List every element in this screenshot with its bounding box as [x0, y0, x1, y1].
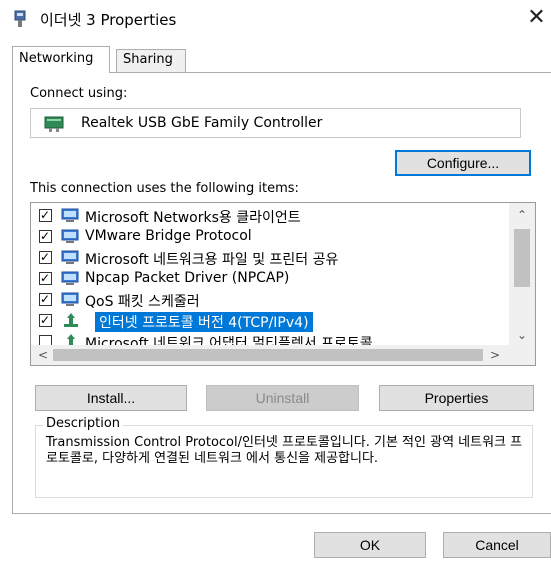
title-bar: 이더넷 3 Properties ✕	[0, 0, 551, 38]
check-mark-icon: ✓	[40, 271, 51, 285]
scrollbar-corner	[509, 345, 535, 365]
item-checkbox[interactable]: ✓	[39, 208, 52, 222]
vertical-scrollbar[interactable]: ⌃ ⌄	[509, 203, 535, 345]
item-checkbox[interactable]: ✓	[39, 271, 52, 285]
item-label: Npcap Packet Driver (NPCAP)	[85, 270, 290, 286]
connect-using-label: Connect using:	[30, 86, 128, 101]
list-item[interactable]: ✓ Microsoft 네트워크용 파일 및 프린터 공유	[31, 247, 509, 269]
item-checkbox[interactable]: ✓	[39, 229, 52, 243]
network-service-icon	[61, 271, 79, 285]
window-title: 이더넷 3 Properties	[40, 11, 177, 29]
network-service-icon	[61, 229, 79, 243]
properties-button[interactable]: Properties	[379, 385, 534, 411]
item-label: 인터넷 프로토콜 버전 4(TCP/IPv4)	[95, 312, 313, 332]
horizontal-scrollbar[interactable]: < >	[31, 345, 509, 365]
scroll-up-icon[interactable]: ⌃	[509, 205, 535, 225]
configure-button[interactable]: Configure...	[395, 150, 531, 176]
description-title: Description	[43, 416, 124, 431]
tab-sharing[interactable]: Sharing	[116, 49, 186, 72]
list-item[interactable]: ✓ VMware Bridge Protocol	[31, 226, 509, 248]
tab-networking[interactable]: Networking	[12, 46, 110, 73]
protocol-icon	[64, 313, 78, 327]
item-checkbox[interactable]: ✓	[39, 313, 52, 327]
item-label: Microsoft 네트워크용 파일 및 프린터 공유	[85, 252, 339, 268]
list-item[interactable]: ✓ Microsoft Networks용 클라이언트	[31, 205, 509, 227]
adapter-name: Realtek USB GbE Family Controller	[81, 115, 323, 131]
items-list-label: This connection uses the following items…	[30, 181, 299, 196]
list-item[interactable]: ✓ Npcap Packet Driver (NPCAP)	[31, 268, 509, 290]
item-checkbox[interactable]: ✓	[39, 250, 52, 264]
items-list[interactable]: ✓ Microsoft Networks용 클라이언트 ✓ VMware Bri…	[30, 202, 536, 366]
network-service-icon	[61, 250, 79, 264]
ethernet-adapter-icon	[14, 10, 26, 27]
list-item[interactable]: ✓ QoS 패킷 스케줄러	[31, 289, 509, 311]
cancel-button[interactable]: Cancel	[443, 532, 551, 558]
install-button[interactable]: Install...	[35, 385, 187, 411]
scroll-left-icon[interactable]: <	[33, 345, 53, 365]
close-button[interactable]: ✕	[522, 3, 551, 33]
adapter-field: Realtek USB GbE Family Controller	[30, 108, 521, 138]
item-label: Microsoft Networks용 클라이언트	[85, 210, 301, 226]
check-mark-icon: ✓	[40, 208, 51, 222]
check-mark-icon: ✓	[40, 292, 51, 306]
check-mark-icon: ✓	[40, 250, 51, 264]
ok-button[interactable]: OK	[314, 532, 426, 558]
network-client-icon	[61, 208, 79, 222]
vertical-scroll-thumb[interactable]	[514, 229, 530, 287]
horizontal-scroll-thumb[interactable]	[53, 349, 483, 361]
network-service-icon	[61, 292, 79, 306]
scroll-right-icon[interactable]: >	[485, 345, 505, 365]
item-label: QoS 패킷 스케줄러	[85, 294, 200, 310]
list-item-selected[interactable]: ✓ 인터넷 프로토콜 버전 4(TCP/IPv4)	[31, 310, 509, 332]
uninstall-button: Uninstall	[206, 385, 359, 411]
check-mark-icon: ✓	[40, 313, 51, 327]
description-text: Transmission Control Protocol/인터넷 프로토콜입니…	[46, 435, 523, 466]
network-adapter-icon	[44, 116, 64, 132]
check-mark-icon: ✓	[40, 229, 51, 243]
item-checkbox[interactable]: ✓	[39, 292, 52, 306]
item-label: VMware Bridge Protocol	[85, 228, 252, 244]
scroll-down-icon[interactable]: ⌄	[509, 325, 535, 345]
